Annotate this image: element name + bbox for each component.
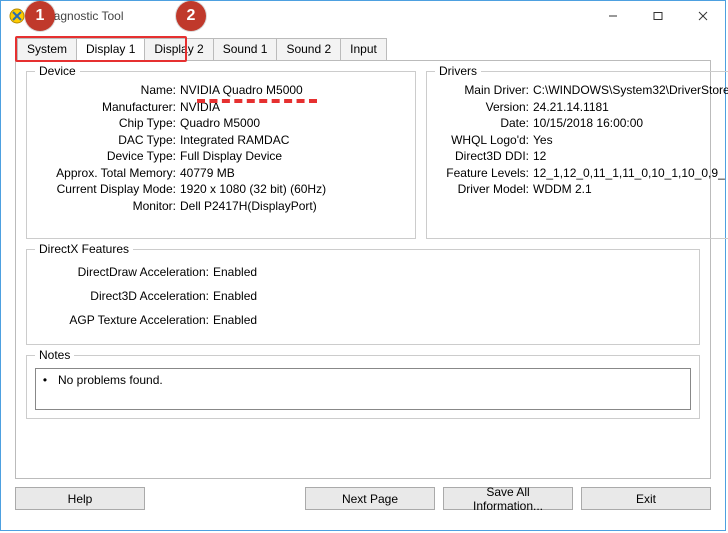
drivers-row: Main Driver:C:\WINDOWS\System32\DriverSt… <box>435 82 728 99</box>
drivers-label: Date: <box>435 115 533 132</box>
drivers-label: Main Driver: <box>435 82 533 99</box>
device-value: NVIDIA <box>180 99 220 116</box>
device-row: Chip Type:Quadro M5000 <box>35 115 407 132</box>
drivers-label: Direct3D DDI: <box>435 148 533 165</box>
device-value: 40779 MB <box>180 165 235 182</box>
dxdiag-icon <box>9 8 25 24</box>
device-row: Current Display Mode:1920 x 1080 (32 bit… <box>35 181 407 198</box>
drivers-row: Direct3D DDI:12 <box>435 148 728 165</box>
tab-content: Device Name:NVIDIA Quadro M5000Manufactu… <box>15 61 711 479</box>
dx-feature-label: AGP Texture Acceleration: <box>35 308 213 332</box>
tab-display-2[interactable]: Display 2 <box>144 38 213 61</box>
drivers-row: Feature Levels:12_1,12_0,11_1,11_0,10_1,… <box>435 165 728 182</box>
drivers-group: Drivers Main Driver:C:\WINDOWS\System32\… <box>426 71 728 239</box>
device-row: Manufacturer:NVIDIA <box>35 99 407 116</box>
tab-input[interactable]: Input <box>340 38 387 61</box>
device-label: Current Display Mode: <box>35 181 180 198</box>
button-row: Help Next Page Save All Information... E… <box>15 487 711 510</box>
drivers-value: 12 <box>533 148 546 165</box>
drivers-label: Version: <box>435 99 533 116</box>
drivers-label: Driver Model: <box>435 181 533 198</box>
window-title: X Diagnostic Tool <box>31 9 124 23</box>
notes-legend: Notes <box>35 348 74 362</box>
dx-feature-row: DirectDraw Acceleration:Enabled <box>35 260 691 284</box>
device-value: Dell P2417H(DisplayPort) <box>180 198 317 215</box>
device-label: Manufacturer: <box>35 99 180 116</box>
device-row: Approx. Total Memory:40779 MB <box>35 165 407 182</box>
dx-feature-label: Direct3D Acceleration: <box>35 284 213 308</box>
directx-features-group: DirectX Features DirectDraw Acceleration… <box>26 249 700 345</box>
device-label: DAC Type: <box>35 132 180 149</box>
close-button[interactable] <box>680 1 725 30</box>
dx-feature-value: Enabled <box>213 308 257 332</box>
drivers-value: C:\WINDOWS\System32\DriverStore <box>533 82 728 99</box>
save-all-information-button[interactable]: Save All Information... <box>443 487 573 510</box>
tab-system[interactable]: System <box>17 38 77 61</box>
dx-legend: DirectX Features <box>35 242 133 256</box>
tab-strip: SystemDisplay 1Display 2Sound 1Sound 2In… <box>15 39 711 61</box>
device-value: 1920 x 1080 (32 bit) (60Hz) <box>180 181 326 198</box>
drivers-value: 10/15/2018 16:00:00 <box>533 115 643 132</box>
dx-feature-value: Enabled <box>213 284 257 308</box>
notes-group: Notes • No problems found. <box>26 355 700 419</box>
help-button[interactable]: Help <box>15 487 145 510</box>
tab-sound-1[interactable]: Sound 1 <box>213 38 278 61</box>
window-buttons <box>590 1 725 30</box>
dx-feature-label: DirectDraw Acceleration: <box>35 260 213 284</box>
device-legend: Device <box>35 64 80 78</box>
drivers-value: 12_1,12_0,11_1,11_0,10_1,10_0,9_ <box>533 165 725 182</box>
drivers-row: Version:24.21.14.1181 <box>435 99 728 116</box>
drivers-legend: Drivers <box>435 64 481 78</box>
tab-display-1[interactable]: Display 1 <box>76 38 145 61</box>
device-label: Monitor: <box>35 198 180 215</box>
exit-button[interactable]: Exit <box>581 487 711 510</box>
drivers-row: Driver Model:WDDM 2.1 <box>435 181 728 198</box>
device-row: DAC Type:Integrated RAMDAC <box>35 132 407 149</box>
drivers-label: Feature Levels: <box>435 165 533 182</box>
next-page-button[interactable]: Next Page <box>305 487 435 510</box>
device-label: Device Type: <box>35 148 180 165</box>
device-group: Device Name:NVIDIA Quadro M5000Manufactu… <box>26 71 416 239</box>
device-row: Monitor:Dell P2417H(DisplayPort) <box>35 198 407 215</box>
notes-text: No problems found. <box>58 373 163 387</box>
maximize-button[interactable] <box>635 1 680 30</box>
drivers-value: WDDM 2.1 <box>533 181 592 198</box>
device-label: Name: <box>35 82 180 99</box>
dx-feature-row: Direct3D Acceleration:Enabled <box>35 284 691 308</box>
dx-feature-value: Enabled <box>213 260 257 284</box>
device-value: Integrated RAMDAC <box>180 132 289 149</box>
device-value: Quadro M5000 <box>180 115 260 132</box>
minimize-button[interactable] <box>590 1 635 30</box>
drivers-label: WHQL Logo'd: <box>435 132 533 149</box>
device-row: Device Type:Full Display Device <box>35 148 407 165</box>
device-value: Full Display Device <box>180 148 282 165</box>
drivers-row: Date:10/15/2018 16:00:00 <box>435 115 728 132</box>
bullet-icon: • <box>42 373 48 387</box>
drivers-value: Yes <box>533 132 553 149</box>
device-label: Chip Type: <box>35 115 180 132</box>
window: X Diagnostic Tool SystemDisplay 1Display… <box>0 0 726 531</box>
titlebar: X Diagnostic Tool <box>1 1 725 31</box>
device-label: Approx. Total Memory: <box>35 165 180 182</box>
tab-sound-2[interactable]: Sound 2 <box>276 38 341 61</box>
notes-textarea[interactable]: • No problems found. <box>35 368 691 410</box>
device-value: NVIDIA Quadro M5000 <box>180 82 303 99</box>
drivers-row: WHQL Logo'd:Yes <box>435 132 728 149</box>
device-row: Name:NVIDIA Quadro M5000 <box>35 82 407 99</box>
dx-feature-row: AGP Texture Acceleration:Enabled <box>35 308 691 332</box>
drivers-value: 24.21.14.1181 <box>533 99 609 116</box>
